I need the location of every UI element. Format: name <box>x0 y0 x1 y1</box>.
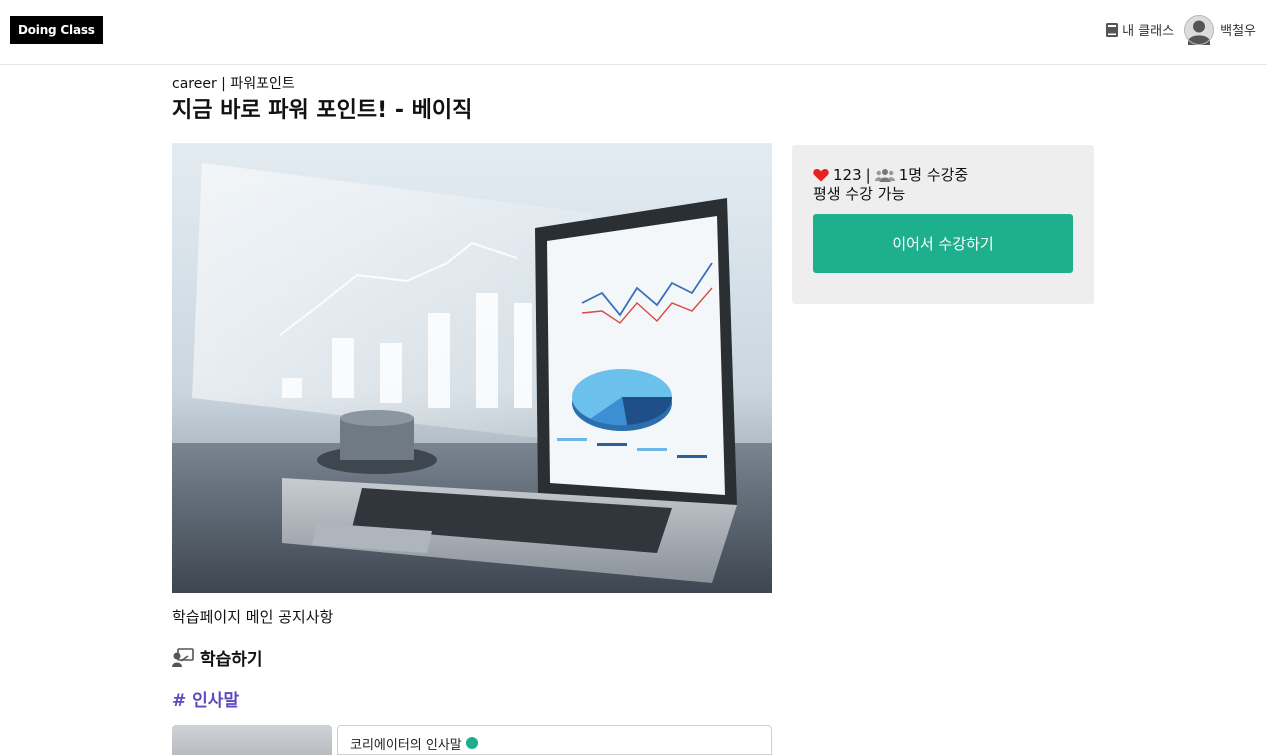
user-name: 백철우 <box>1220 24 1256 39</box>
lesson-item[interactable]: 코리에이터의 인사말 <box>337 725 772 755</box>
avatar-icon <box>1184 14 1215 45</box>
user-menu[interactable]: 백철우 <box>1184 14 1256 45</box>
access-period: 평생 수강 가능 <box>813 185 906 203</box>
book-icon <box>1106 22 1119 37</box>
my-class-link[interactable]: 내 클래스 <box>1106 20 1174 39</box>
logo[interactable]: Doing Class <box>10 16 103 44</box>
check-icon <box>465 737 478 749</box>
enrolled-count: 1명 수강중 <box>898 166 969 184</box>
top-navigation-bar: Doing Class 내 클래스 백철우 <box>0 0 1267 65</box>
breadcrumb: career | 파워포인트 <box>172 76 295 92</box>
people-icon <box>874 168 895 182</box>
lesson-title: 코리에이터의 인사말 <box>350 738 462 753</box>
heart-icon[interactable] <box>813 168 829 182</box>
laptop-illustration <box>172 143 772 593</box>
course-hero-image <box>172 143 772 593</box>
continue-learning-button[interactable]: 이어서 수강하기 <box>813 214 1073 273</box>
my-class-label: 내 클래스 <box>1122 24 1175 39</box>
section-tag: # 인사말 <box>172 691 240 711</box>
learning-header: 학습하기 <box>172 645 263 670</box>
main-notice: 학습페이지 메인 공지사항 <box>172 608 334 626</box>
learning-heading: 학습하기 <box>200 650 263 670</box>
stats-separator: | <box>865 165 871 184</box>
learn-icon <box>172 647 194 667</box>
course-stats: 123 | 1명 수강중 <box>813 164 968 185</box>
like-count: 123 <box>833 165 862 184</box>
enrollment-panel: 123 | 1명 수강중 평생 수강 가능 이어서 수강하기 <box>792 145 1094 304</box>
nav-right: 내 클래스 백철우 <box>1106 14 1256 45</box>
page-title: 지금 바로 파워 포인트! - 베이직 <box>172 98 473 123</box>
lesson-thumbnail[interactable] <box>172 725 332 755</box>
